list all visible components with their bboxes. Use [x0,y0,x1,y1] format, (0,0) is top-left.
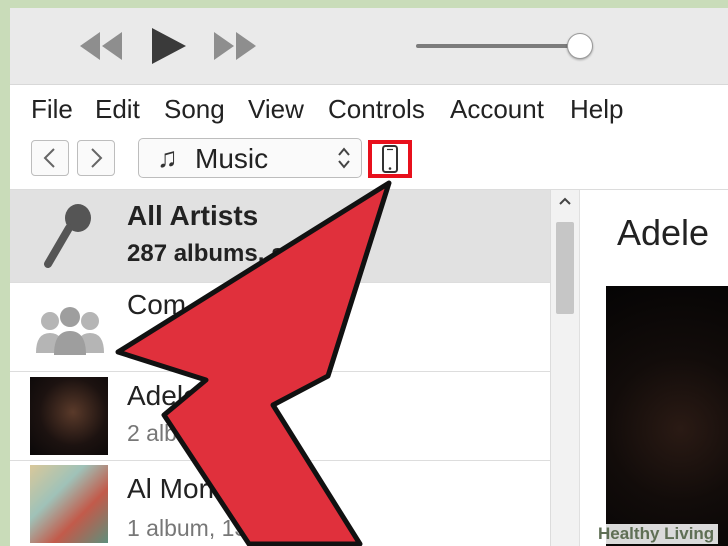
artist-name: Com [127,289,187,320]
play-icon [152,28,186,64]
menu-account[interactable]: Account [450,94,544,125]
fast-forward-button[interactable] [210,26,260,71]
fast-forward-icon [214,32,256,60]
list-item[interactable]: Al Morissette 1 album, 13 songs [10,461,550,546]
list-item[interactable]: All Artists 287 albums, songs [10,190,550,283]
artist-list: All Artists 287 albums, songs Com Adele … [10,190,550,546]
volume-slider-knob[interactable] [567,33,593,59]
menu-help[interactable]: Help [570,94,623,125]
artist-summary: 287 albums, songs [127,240,342,267]
media-type-label: Music [195,143,269,174]
detail-artist-title: Adele [617,212,710,253]
forward-arrow-icon [91,148,103,168]
music-note-icon: ♫ [157,142,178,173]
menu-file[interactable]: File [31,94,73,125]
artist-summary: 1 album, 13 songs [127,515,315,541]
list-item[interactable]: Adele 2 alb 29 s [10,372,550,461]
play-button[interactable] [146,24,190,73]
volume-slider-track[interactable] [416,44,578,48]
menu-bar: File Edit Song View Controls Account Hel… [10,85,728,131]
iphone-device-icon [382,145,398,173]
list-item[interactable]: Com [10,283,550,372]
album-art-thumbnail [30,465,108,543]
scrollbar-thumb[interactable] [556,222,574,314]
rewind-icon [80,32,122,60]
microphone-icon [44,204,91,268]
back-button[interactable] [31,140,69,176]
navigation-bar: ♫ Music [10,131,728,190]
rewind-button[interactable] [76,26,126,71]
people-icon [36,307,104,355]
menu-view[interactable]: View [248,94,304,125]
device-button[interactable] [368,140,412,178]
up-down-chevron-icon [338,147,350,169]
menu-edit[interactable]: Edit [95,94,140,125]
artist-name: All Artists [127,200,259,231]
album-artwork [606,286,728,546]
menu-controls[interactable]: Controls [328,94,425,125]
artist-name: Adele [127,380,199,411]
playback-bar [10,8,728,85]
album-art-thumbnail [30,377,108,455]
forward-button[interactable] [77,140,115,176]
itunes-window: File Edit Song View Controls Account Hel… [10,8,728,546]
menu-song[interactable]: Song [164,94,225,125]
watermark-logo: Healthy Living [594,524,719,544]
list-scrollbar[interactable] [550,190,579,546]
scroll-up-icon[interactable] [551,190,579,212]
media-type-selector[interactable]: ♫ Music [138,138,362,178]
artist-summary: 2 alb 29 s [127,420,227,446]
back-arrow-icon [43,148,55,168]
artist-name: Al Morissette [127,473,289,504]
artist-detail-pane: Adele [579,190,728,546]
